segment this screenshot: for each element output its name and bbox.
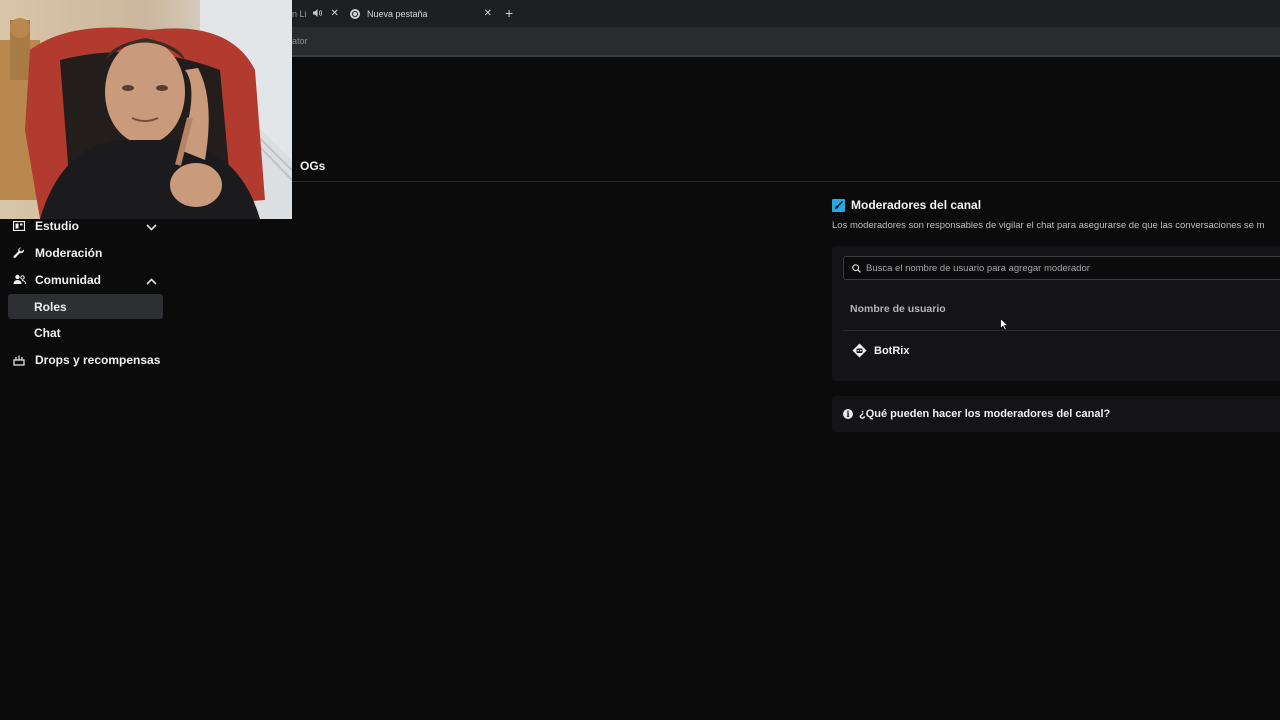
moderators-card: Busca el nombre de usuario para agregar … <box>832 246 1280 381</box>
address-text: ator <box>292 36 308 46</box>
tab-title-fragment: n Li <box>292 8 307 19</box>
community-icon <box>12 273 26 287</box>
screen: n Li ✕ Nueva pestaña ✕ + ator OGs Estudi… <box>0 0 1280 720</box>
close-tab-icon[interactable]: ✕ <box>331 8 339 19</box>
sidebar-item-chat[interactable]: Chat <box>8 320 163 345</box>
search-icon <box>852 263 861 273</box>
sidebar-item-label: Roles <box>34 299 67 314</box>
browser-tab-new[interactable]: Nueva pestaña ✕ <box>342 0 498 27</box>
sidebar-item-label: Drops y recompensas <box>35 352 161 367</box>
webcam-overlay <box>0 0 292 219</box>
moderator-search-input[interactable]: Busca el nombre de usuario para agregar … <box>843 256 1280 280</box>
info-icon: i <box>843 409 853 419</box>
drops-icon <box>12 353 26 367</box>
chevron-up-icon[interactable] <box>146 274 157 288</box>
sidebar-item-label: Moderación <box>35 245 103 260</box>
column-header-username[interactable]: Nombre de usuario <box>850 303 946 315</box>
moderators-description: Los moderadores son responsables de vigi… <box>832 220 1265 231</box>
table-row[interactable]: BotRix <box>852 343 909 358</box>
moderators-faq[interactable]: i ¿Qué pueden hacer los moderadores del … <box>832 396 1280 432</box>
sword-icon <box>832 198 845 212</box>
chrome-icon <box>350 8 360 19</box>
studio-icon <box>12 219 26 233</box>
page-tab-fragment[interactable]: OGs <box>300 159 325 173</box>
speaker-icon[interactable] <box>312 8 322 19</box>
faq-question: ¿Qué pueden hacer los moderadores del ca… <box>859 408 1111 420</box>
wrench-icon <box>12 246 26 260</box>
webcam-picture <box>0 0 292 219</box>
browser-tab-previous[interactable]: n Li ✕ <box>292 0 342 27</box>
tab-title: Nueva pestaña <box>367 8 428 19</box>
new-tab-plus-icon[interactable]: + <box>505 5 513 21</box>
bot-badge-icon <box>852 343 867 358</box>
sidebar-item-roles[interactable]: Roles <box>8 294 163 319</box>
moderator-username: BotRix <box>874 344 910 357</box>
sidebar-item-drops[interactable]: Drops y recompensas <box>8 347 163 372</box>
search-placeholder: Busca el nombre de usuario para agregar … <box>866 262 1090 274</box>
mouse-cursor-icon <box>1000 317 1010 336</box>
close-tab-icon[interactable]: ✕ <box>484 8 492 19</box>
moderators-title: Moderadores del canal <box>851 198 982 212</box>
moderators-header: Moderadores del canal <box>832 198 981 212</box>
sidebar-item-label: Comunidad <box>35 272 101 287</box>
table-divider <box>843 330 1280 331</box>
sidebar-item-label: Estudio <box>35 218 79 233</box>
sidebar-item-label: Chat <box>34 325 61 340</box>
sidebar-item-comunidad[interactable]: Comunidad <box>8 267 163 292</box>
chevron-down-icon[interactable] <box>146 220 157 234</box>
sidebar-item-moderacion[interactable]: Moderación <box>8 240 163 265</box>
